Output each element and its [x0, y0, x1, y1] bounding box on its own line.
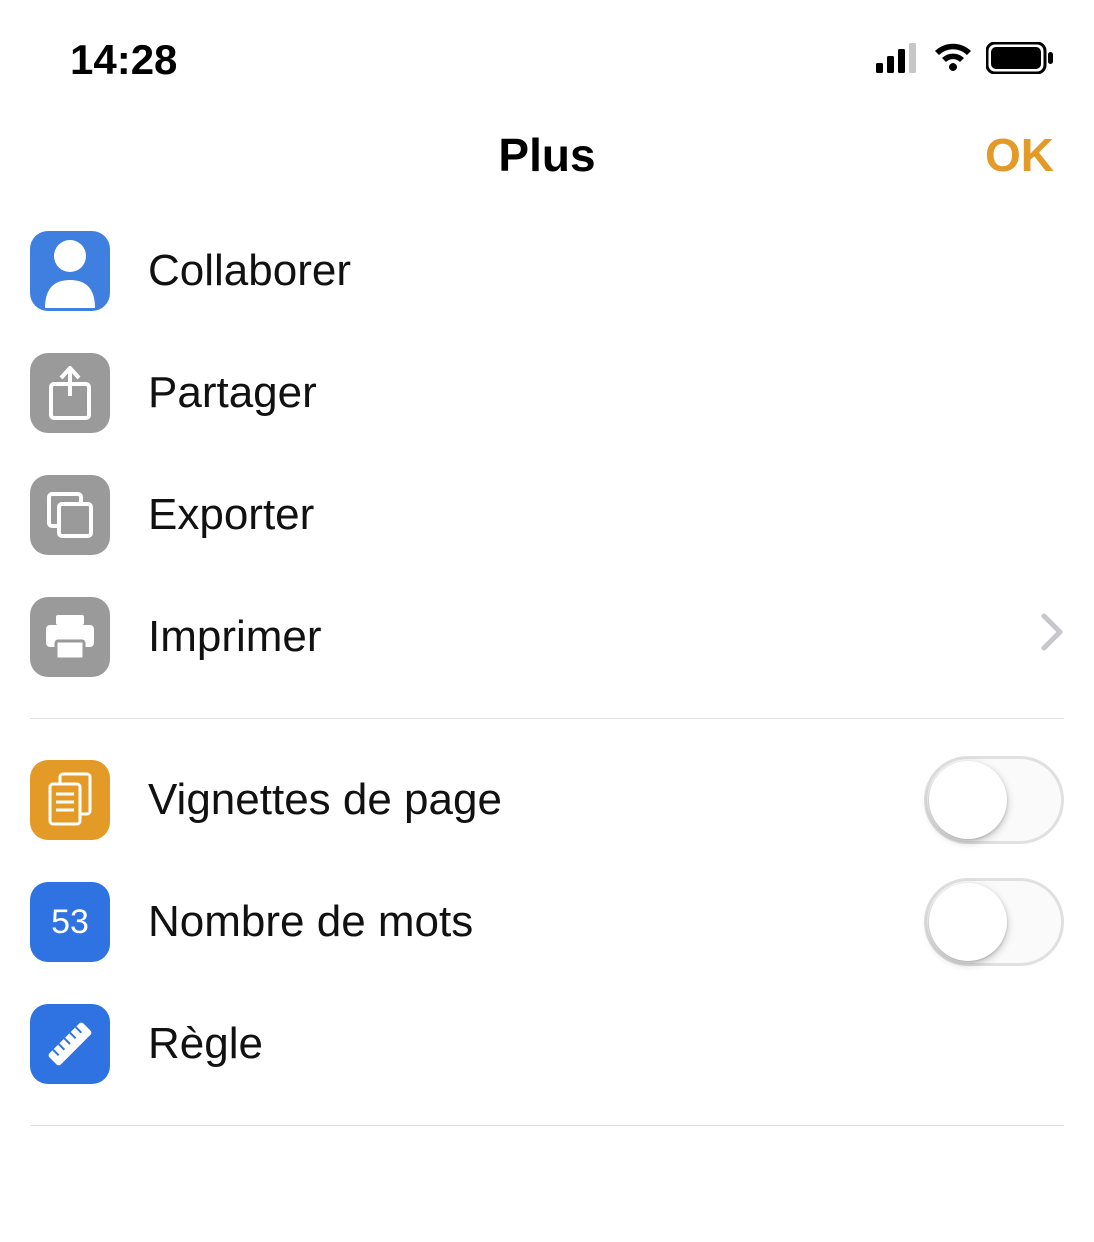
toggle-knob [929, 883, 1007, 961]
thumbnails-label: Vignettes de page [148, 775, 886, 825]
thumbnails-row[interactable]: Vignettes de page [30, 739, 1064, 861]
export-icon [30, 475, 110, 555]
status-time: 14:28 [70, 36, 177, 84]
collaborate-row[interactable]: Collaborer [30, 210, 1064, 332]
print-label: Imprimer [148, 612, 1002, 662]
toggle-knob [929, 761, 1007, 839]
ruler-icon [30, 1004, 110, 1084]
page-title: Plus [498, 128, 595, 182]
thumbnails-toggle[interactable] [924, 756, 1064, 844]
chevron-right-icon [1040, 612, 1064, 662]
status-bar: 14:28 [0, 0, 1094, 100]
collaborate-label: Collaborer [148, 246, 1064, 296]
divider [30, 718, 1064, 719]
ok-button[interactable]: OK [985, 128, 1054, 182]
action-list: Collaborer Partager Exporter [0, 210, 1094, 1126]
wordcount-label: Nombre de mots [148, 897, 886, 947]
collaborate-icon [30, 231, 110, 311]
print-row[interactable]: Imprimer [30, 576, 1064, 698]
wordcount-toggle[interactable] [924, 878, 1064, 966]
status-icons [876, 42, 1054, 79]
share-label: Partager [148, 368, 1064, 418]
print-icon [30, 597, 110, 677]
ruler-label: Règle [148, 1019, 1064, 1069]
wordcount-row[interactable]: 53 Nombre de mots [30, 861, 1064, 983]
thumbnails-icon [30, 760, 110, 840]
wordcount-badge: 53 [51, 903, 89, 942]
export-row[interactable]: Exporter [30, 454, 1064, 576]
share-icon [30, 353, 110, 433]
divider [30, 1125, 1064, 1126]
nav-bar: Plus OK [0, 100, 1094, 210]
cellular-icon [876, 43, 920, 78]
export-label: Exporter [148, 490, 1064, 540]
wordcount-icon: 53 [30, 882, 110, 962]
share-row[interactable]: Partager [30, 332, 1064, 454]
wifi-icon [932, 43, 974, 78]
ruler-row[interactable]: Règle [30, 983, 1064, 1105]
battery-icon [986, 42, 1054, 79]
